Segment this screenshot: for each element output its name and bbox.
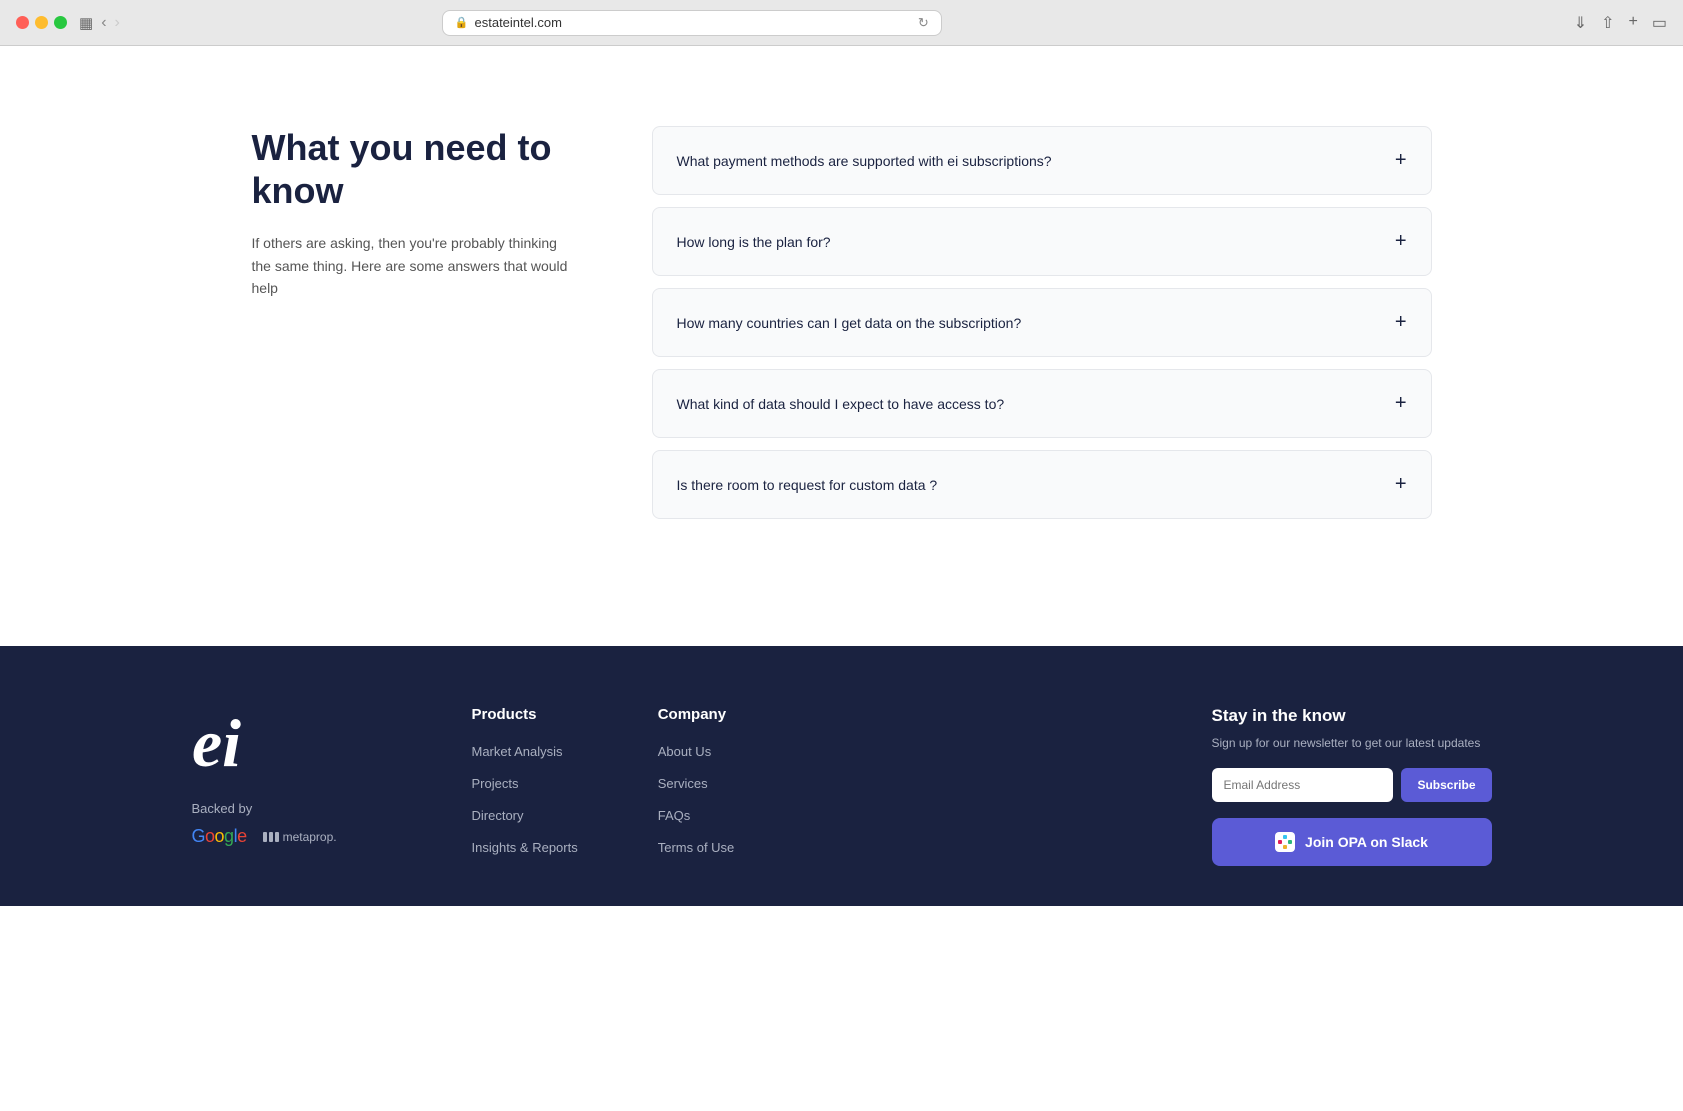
footer-link-terms[interactable]: Terms of Use <box>658 840 735 855</box>
faq-expand-icon-5: + <box>1395 473 1407 496</box>
new-tab-icon[interactable]: + <box>1629 13 1638 33</box>
list-item: About Us <box>658 743 735 761</box>
footer: ei Backed by Google metaprop. <box>0 646 1683 906</box>
join-opa-label: Join OPA on Slack <box>1305 834 1428 850</box>
footer-link-insights[interactable]: Insights & Reports <box>472 840 578 855</box>
footer-col-products: Products Market Analysis Projects Direct… <box>472 706 578 857</box>
maximize-button[interactable] <box>54 16 67 29</box>
traffic-lights <box>16 16 67 29</box>
faq-question-5: Is there room to request for custom data… <box>677 477 938 493</box>
footer-links: Products Market Analysis Projects Direct… <box>472 706 1152 857</box>
backed-by-logos: Google metaprop. <box>192 826 412 847</box>
faq-question-3: How many countries can I get data on the… <box>677 315 1022 331</box>
faq-item-1[interactable]: What payment methods are supported with … <box>652 126 1432 195</box>
faq-subtitle: If others are asking, then you're probab… <box>252 232 572 299</box>
footer-col-company: Company About Us Services FAQs Terms of … <box>658 706 735 857</box>
footer-inner: ei Backed by Google metaprop. <box>192 706 1492 866</box>
ei-logo-svg: ei <box>192 706 272 776</box>
faq-expand-icon-1: + <box>1395 149 1407 172</box>
footer-link-faqs[interactable]: FAQs <box>658 808 691 823</box>
faq-list: What payment methods are supported with … <box>652 126 1432 519</box>
download-icon[interactable]: ⇓ <box>1574 13 1587 33</box>
faq-question-2: How long is the plan for? <box>677 234 831 250</box>
footer-link-projects[interactable]: Projects <box>472 776 519 791</box>
list-item: Market Analysis <box>472 743 578 761</box>
minimize-button[interactable] <box>35 16 48 29</box>
footer-logo: ei <box>192 706 412 785</box>
faq-section: What you need to know If others are aski… <box>192 46 1492 599</box>
back-icon[interactable]: ‹ <box>101 14 106 32</box>
email-input[interactable] <box>1212 768 1394 802</box>
footer-newsletter: Stay in the know Sign up for our newslet… <box>1212 706 1492 866</box>
newsletter-heading: Stay in the know <box>1212 706 1492 726</box>
footer-link-services[interactable]: Services <box>658 776 708 791</box>
metaprop-text: metaprop. <box>283 830 337 844</box>
faq-item-3[interactable]: How many countries can I get data on the… <box>652 288 1432 357</box>
footer-col-products-heading: Products <box>472 706 578 723</box>
faq-item-2[interactable]: How long is the plan for? + <box>652 207 1432 276</box>
list-item: FAQs <box>658 807 735 825</box>
list-item: Projects <box>472 775 578 793</box>
url-text: estateintel.com <box>475 15 562 30</box>
list-item: Services <box>658 775 735 793</box>
faq-left-panel: What you need to know If others are aski… <box>252 126 572 300</box>
share-icon[interactable]: ⇧ <box>1601 13 1614 33</box>
url-bar[interactable]: 🔒 estateintel.com ↻ <box>442 10 942 36</box>
footer-link-directory[interactable]: Directory <box>472 808 524 823</box>
page-content: What you need to know If others are aski… <box>0 46 1683 646</box>
svg-text:ei: ei <box>192 706 241 776</box>
footer-col-company-list: About Us Services FAQs Terms of Use <box>658 743 735 857</box>
backed-by-label: Backed by <box>192 801 412 816</box>
join-opa-button[interactable]: Join OPA on Slack <box>1212 818 1492 866</box>
footer-link-market-analysis[interactable]: Market Analysis <box>472 744 563 759</box>
forward-icon[interactable]: › <box>115 14 120 32</box>
faq-expand-icon-4: + <box>1395 392 1407 415</box>
list-item: Insights & Reports <box>472 839 578 857</box>
list-item: Terms of Use <box>658 839 735 857</box>
faq-question-4: What kind of data should I expect to hav… <box>677 396 1005 412</box>
browser-chrome: ▦ ‹ › 🔒 estateintel.com ↻ ⇓ ⇧ + ▭ <box>0 0 1683 46</box>
faq-item-5[interactable]: Is there room to request for custom data… <box>652 450 1432 519</box>
faq-title: What you need to know <box>252 126 572 212</box>
newsletter-description: Sign up for our newsletter to get our la… <box>1212 734 1492 752</box>
reload-icon[interactable]: ↻ <box>918 15 929 31</box>
subscribe-button[interactable]: Subscribe <box>1401 768 1491 802</box>
footer-col-products-list: Market Analysis Projects Directory Insig… <box>472 743 578 857</box>
google-logo: Google <box>192 826 247 847</box>
faq-question-1: What payment methods are supported with … <box>677 153 1052 169</box>
faq-item-4[interactable]: What kind of data should I expect to hav… <box>652 369 1432 438</box>
newsletter-form: Subscribe <box>1212 768 1492 802</box>
list-item: Directory <box>472 807 578 825</box>
tabs-icon[interactable]: ▭ <box>1652 13 1667 33</box>
faq-expand-icon-2: + <box>1395 230 1407 253</box>
metaprop-logo: metaprop. <box>263 829 337 845</box>
lock-icon: 🔒 <box>455 16 469 29</box>
footer-col-company-heading: Company <box>658 706 735 723</box>
metaprop-icon <box>263 829 279 845</box>
footer-brand: ei Backed by Google metaprop. <box>192 706 412 847</box>
close-button[interactable] <box>16 16 29 29</box>
footer-link-about[interactable]: About Us <box>658 744 711 759</box>
slack-icon <box>1275 832 1295 852</box>
faq-expand-icon-3: + <box>1395 311 1407 334</box>
browser-nav-icons: ▦ ‹ › <box>79 14 120 32</box>
sidebar-toggle-icon[interactable]: ▦ <box>79 14 93 32</box>
browser-right-icons: ⇓ ⇧ + ▭ <box>1574 13 1667 33</box>
